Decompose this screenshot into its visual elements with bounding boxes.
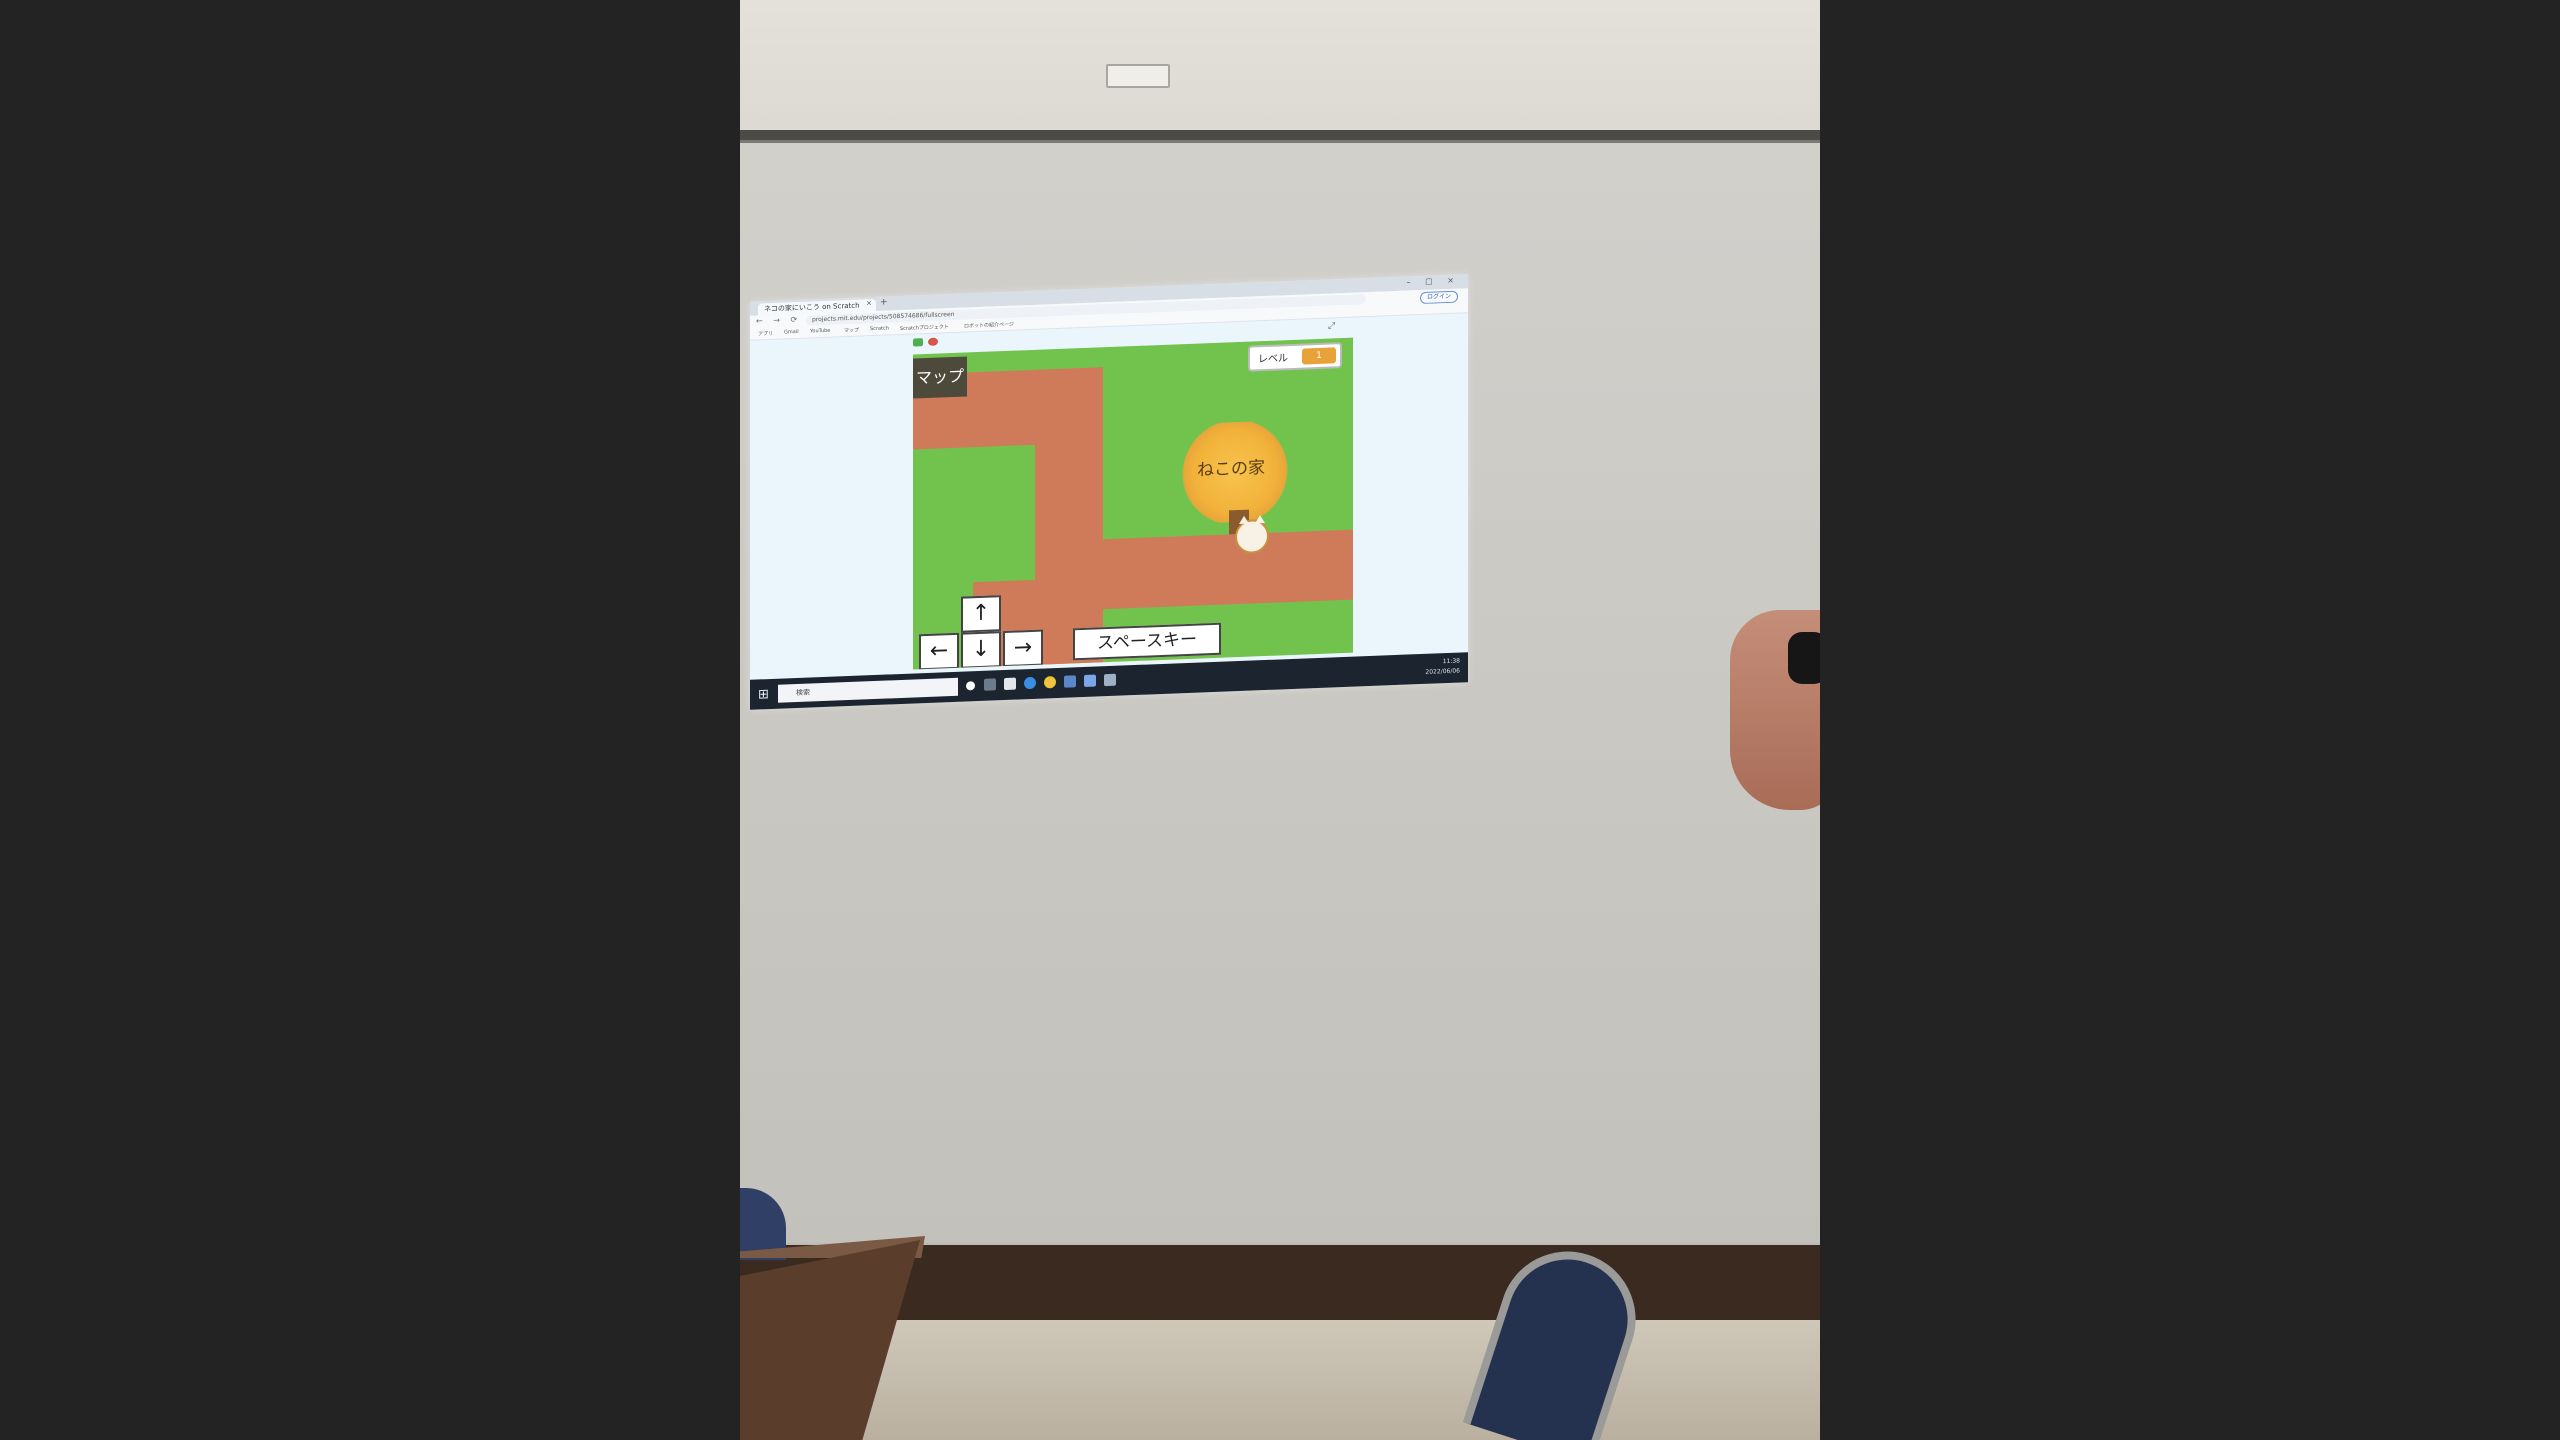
level-label: レベル [1258,353,1288,366]
windows-start-icon[interactable]: ⊞ [758,687,769,702]
map-button[interactable]: マップ [913,356,967,399]
fullscreen-icon[interactable]: ⤢ [1328,321,1335,331]
bookmark-item[interactable]: Scratchプロジェクト [900,323,949,332]
bookmark-item[interactable]: Gmail [784,329,799,336]
arrow-right-key[interactable]: → [1003,629,1043,668]
space-key-button[interactable]: スペースキー [1073,622,1221,661]
road-segment [1103,529,1353,610]
new-tab-icon[interactable]: + [880,298,888,308]
arrow-down-key[interactable]: ↓ [961,631,1001,669]
stop-icon[interactable] [928,337,938,346]
level-value: 1 [1302,347,1336,365]
cat-house-label: ねこの家 [1197,458,1265,481]
taskbar-search-input[interactable]: 検索 [778,677,958,703]
ceiling [740,0,1820,138]
green-flag-icon[interactable] [913,338,923,347]
bookmark-item[interactable]: マップ [844,327,859,335]
app-icon[interactable] [1104,673,1116,687]
arrow-up-key[interactable]: ↑ [961,595,1001,633]
widget-icon[interactable] [984,678,996,691]
game-stage[interactable]: マップ レベル 1 ねこの家 ↑ ← ↓ → スペースキー [913,337,1353,670]
bookmark-item[interactable]: ロボットの紹介ページ [964,321,1014,330]
ceiling-fixture [1106,64,1170,88]
edge-browser-icon[interactable] [1024,676,1036,690]
task-view-icon[interactable] [966,681,975,691]
system-tray[interactable]: 11:38 2022/06/06 [1425,657,1460,678]
arrow-left-key[interactable]: ← [919,632,959,670]
photo-frame: ネコの家にいこう on Scratch × + – ▢ × ← → ⟳ proj… [740,0,1820,1440]
projected-screen: ネコの家にいこう on Scratch × + – ▢ × ← → ⟳ proj… [750,274,1468,710]
store-icon[interactable] [1084,674,1096,687]
window-controls[interactable]: – ▢ × [1407,276,1460,287]
scratch-page: ⤢ マップ レベル 1 ねこの家 ↑ ← ↓ → スペースキー [750,313,1468,680]
bookmark-item[interactable]: Scratch [870,325,889,332]
level-display: レベル 1 [1248,342,1342,372]
mail-icon[interactable] [1064,675,1076,688]
chrome-browser-icon[interactable] [1044,676,1056,689]
bookmark-item[interactable]: アプリ [758,330,773,338]
remote-control [1788,632,1820,684]
tray-date: 2022/06/06 [1425,667,1460,676]
file-explorer-icon[interactable] [1004,677,1016,691]
bookmark-item[interactable]: YouTube [810,328,830,335]
close-tab-icon[interactable]: × [866,299,872,307]
picture-rail [740,130,1820,143]
navigation-icons[interactable]: ← → ⟳ [756,315,801,326]
floor [740,1320,1820,1440]
